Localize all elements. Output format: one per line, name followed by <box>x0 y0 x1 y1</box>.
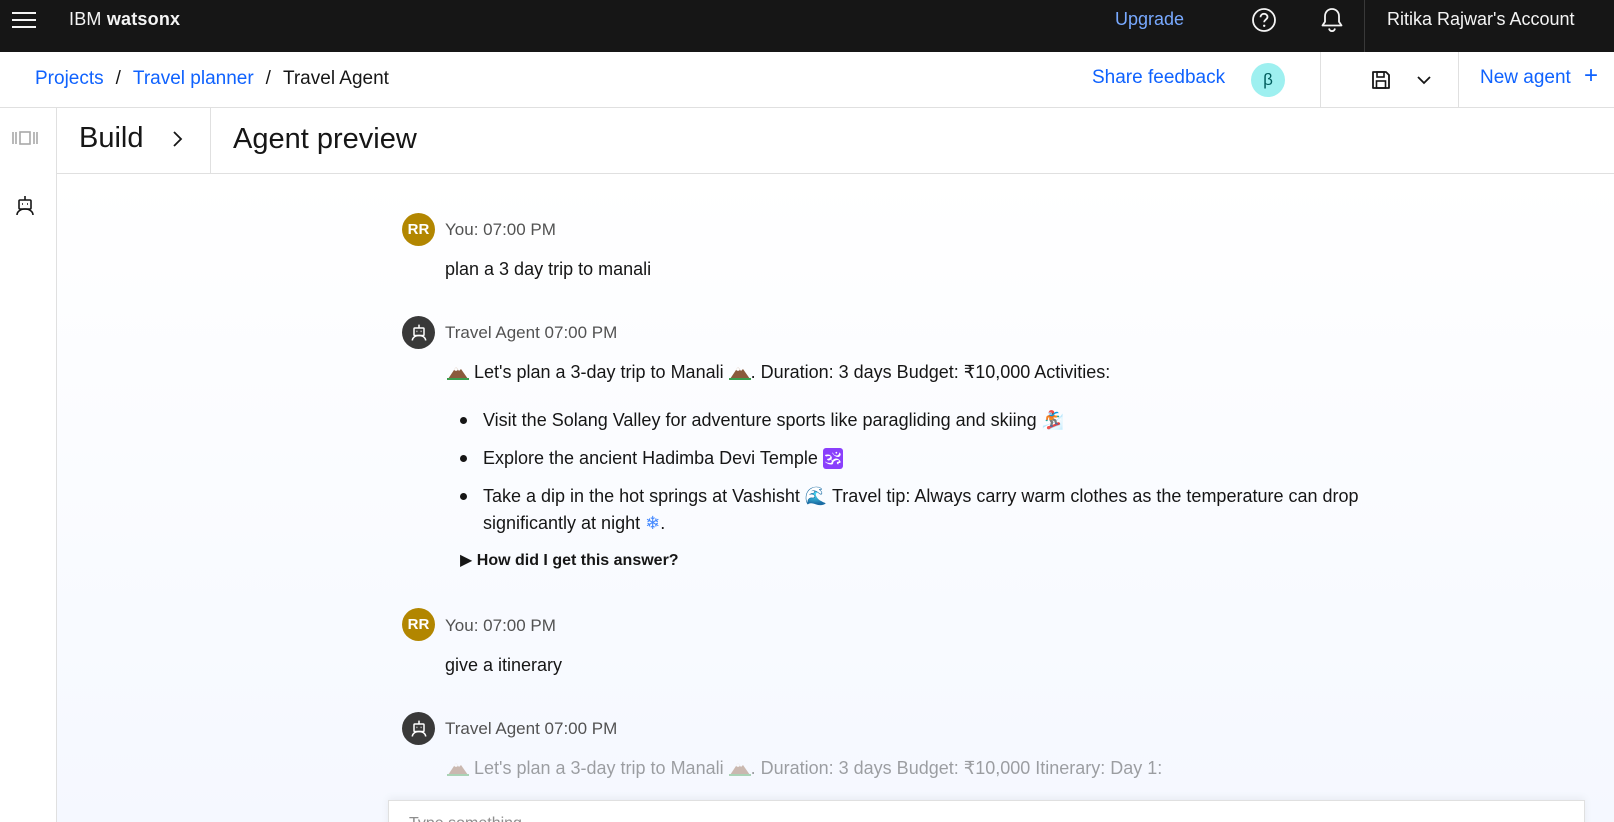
left-rail <box>0 108 57 822</box>
list-item-tip: Travel tip: Always carry warm clothes as… <box>831 486 1359 506</box>
breadcrumb-separator: / <box>115 68 121 89</box>
mountain-icon <box>728 763 751 776</box>
header-divider <box>1364 0 1365 52</box>
agent-intro-b: . Duration: 3 days Budget: ₹10,000 Activ… <box>750 362 1111 382</box>
bell-icon[interactable] <box>1318 5 1346 35</box>
list-item: Take a dip in the hot springs at Vashish… <box>457 483 1537 537</box>
chat-transcript[interactable]: RR You: 07:00 PM plan a 3 day trip to ma… <box>57 174 1614 822</box>
mountain-icon <box>447 763 469 776</box>
brand-prefix: IBM <box>69 9 102 29</box>
bullet-dot <box>460 493 467 500</box>
message-meta: You: 07:00 PM <box>445 616 556 636</box>
beta-badge: β <box>1251 63 1285 97</box>
user-avatar: RR <box>402 213 435 246</box>
user-message-text: give a itinerary <box>445 655 563 675</box>
snowboard-icon: 🏂 <box>1041 410 1065 431</box>
robot-icon <box>402 316 435 349</box>
panel-divider <box>210 108 211 174</box>
message-meta: Travel Agent 07:00 PM <box>445 719 617 739</box>
caret-right-icon: ▶ <box>460 552 473 569</box>
mountain-icon <box>728 367 751 380</box>
user-message-text: plan a 3 day trip to manali <box>445 259 652 279</box>
toolbar-divider <box>1458 52 1459 107</box>
list-item-text: Take a dip in the hot springs at Vashish… <box>483 486 800 506</box>
message-time: 07:00 PM <box>544 323 618 342</box>
list-item-end: . <box>660 513 666 533</box>
list-item-text: Visit the Solang Valley for adventure sp… <box>483 410 1037 430</box>
account-switcher[interactable]: Ritika Rajwar's Account <box>1387 9 1575 30</box>
message-author: Travel Agent <box>445 323 540 342</box>
snowflake-icon: ❄ <box>645 513 661 534</box>
message-author: You: <box>445 220 479 239</box>
explanation-label: How did I get this answer? <box>476 552 679 569</box>
build-tab[interactable]: Build <box>79 122 144 155</box>
breadcrumb-separator: / <box>265 68 271 89</box>
share-feedback-link[interactable]: Share feedback <box>1092 67 1225 89</box>
agent-intro-a: Let's plan a 3-day trip to Manali <box>474 758 724 778</box>
breadcrumb-bar: Projects / Travel planner / Travel Agent… <box>0 52 1614 108</box>
bullet-dot <box>460 455 467 462</box>
message-time: 07:00 PM <box>483 220 556 239</box>
toolbar-divider <box>1320 52 1321 107</box>
flow-icon[interactable] <box>12 128 38 148</box>
page-title: Agent preview <box>233 123 417 155</box>
robot-icon[interactable] <box>13 194 37 218</box>
message-meta: Travel Agent 07:00 PM <box>445 323 617 343</box>
chat-input-container <box>388 800 1585 822</box>
message-author: You: <box>445 616 479 635</box>
robot-icon <box>402 712 435 745</box>
breadcrumb-current: Travel Agent <box>282 68 389 89</box>
upgrade-link[interactable]: Upgrade <box>1115 9 1184 30</box>
how-did-i-get-this-answer-toggle[interactable]: ▶ How did I get this answer? <box>460 550 679 570</box>
message-meta: You: 07:00 PM <box>445 220 556 240</box>
breadcrumb-projects[interactable]: Projects <box>35 68 104 90</box>
list-item: Explore the ancient Hadimba Devi Temple … <box>457 445 1537 472</box>
message-author: Travel Agent <box>445 719 540 738</box>
wave-icon: 🌊 <box>804 486 828 507</box>
message-time: 07:00 PM <box>544 719 618 738</box>
plus-icon[interactable]: + <box>1584 62 1598 90</box>
help-circle-icon[interactable] <box>1250 6 1278 34</box>
save-icon[interactable] <box>1369 68 1393 92</box>
chevron-down-icon[interactable] <box>1412 68 1436 92</box>
user-avatar: RR <box>402 608 435 641</box>
agent-message-intro: Let's plan a 3-day trip to Manali . Dura… <box>447 758 1162 779</box>
breadcrumb: Projects / Travel planner / Travel Agent <box>35 68 389 90</box>
brand-logo[interactable]: IBM watsonx <box>69 9 180 30</box>
list-item-tip-cont: significantly at night <box>483 513 641 533</box>
message-time: 07:00 PM <box>483 616 556 635</box>
bullet-dot <box>460 417 467 424</box>
chevron-right-icon[interactable] <box>166 128 188 150</box>
top-header: IBM watsonx Upgrade Ritika Rajwar's Acco… <box>0 0 1614 52</box>
agent-message-intro: Let's plan a 3-day trip to Manali . Dura… <box>447 362 1110 383</box>
agent-intro-b: . Duration: 3 days Budget: ₹10,000 Itine… <box>750 758 1163 778</box>
activity-list: Visit the Solang Valley for adventure sp… <box>457 407 1537 548</box>
list-item-text: Explore the ancient Hadimba Devi Temple <box>483 448 818 468</box>
breadcrumb-travel-planner[interactable]: Travel planner <box>133 68 254 90</box>
new-agent-button[interactable]: New agent <box>1480 67 1571 89</box>
hamburger-menu-icon[interactable] <box>10 6 38 34</box>
brand-name: watsonx <box>106 9 181 29</box>
chat-input[interactable] <box>409 815 1309 822</box>
agent-intro-a: Let's plan a 3-day trip to Manali <box>474 362 724 382</box>
om-icon: 🕉 <box>822 448 844 469</box>
list-item: Visit the Solang Valley for adventure sp… <box>457 407 1537 434</box>
panel-header: Build Agent preview <box>57 108 1614 174</box>
mountain-icon <box>447 367 469 380</box>
